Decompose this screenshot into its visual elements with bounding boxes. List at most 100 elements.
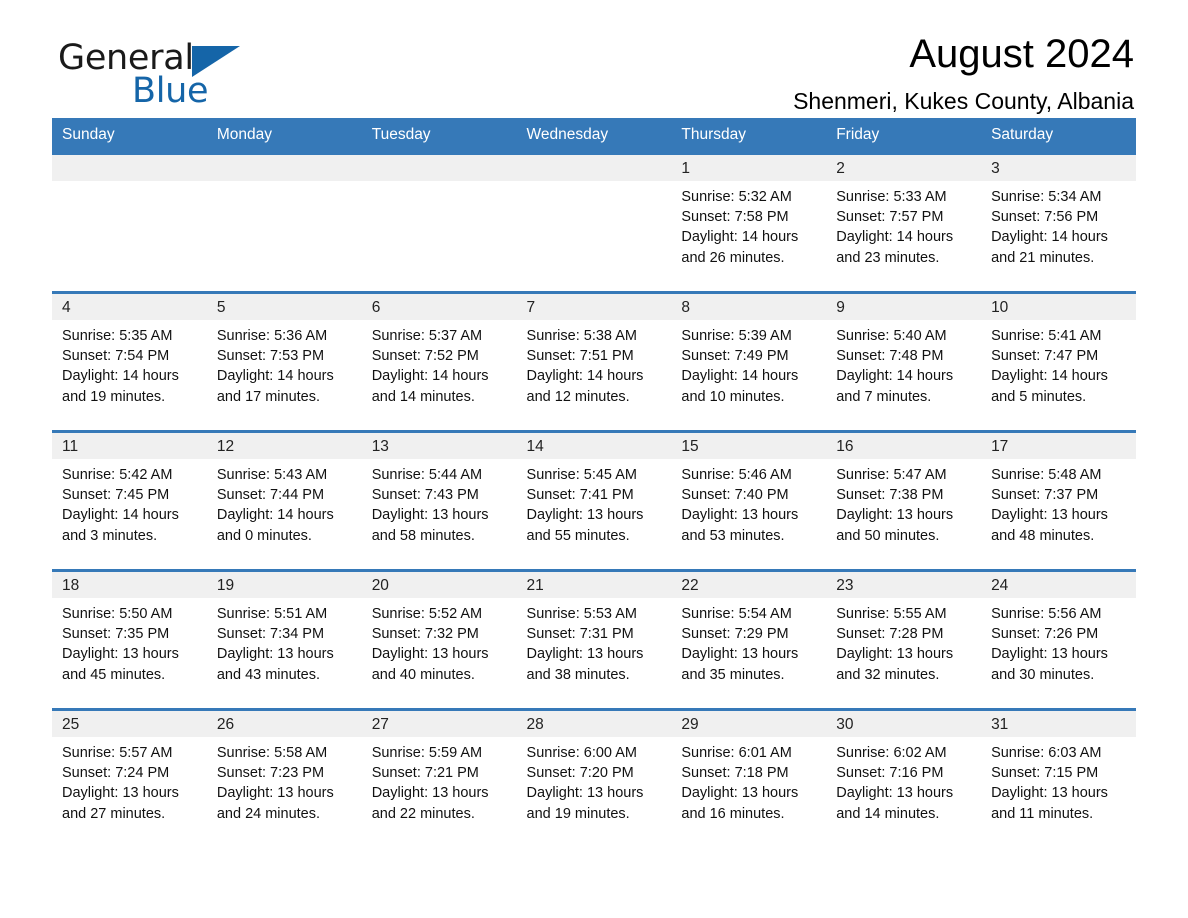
day-details: Sunrise: 5:35 AM Sunset: 7:54 PM Daylight:… [52, 320, 207, 407]
daylight-duration-line2: and 14 minutes. [371, 388, 475, 405]
day-cell[interactable]: 27 Sunrise: 5:59 AM Sunset: 7:21 PM Dayligh… [361, 711, 517, 842]
daylight-duration-line1: Daylight: 13 hours [526, 785, 644, 802]
calendar-cell: 5 Sunrise: 5:36 AM Sunset: 7:53 PM Daylight… [206, 291, 362, 425]
day-cell[interactable]: 3 Sunrise: 5:34 AM Sunset: 7:56 PM Daylight… [981, 155, 1136, 286]
day-cell[interactable]: 14 Sunrise: 5:45 AM Sunset: 7:41 PM Dayligh… [516, 433, 672, 564]
sunset-time: Sunset: 7:54 PM [62, 348, 170, 365]
day-details: Sunrise: 5:58 AM Sunset: 7:23 PM Daylight:… [207, 737, 362, 824]
calendar-week-row: 1 Sunrise: 5:32 AM Sunset: 7:58 PM Daylight… [52, 152, 1136, 286]
calendar-cell: 23 Sunrise: 5:55 AM Sunset: 7:28 PM Dayligh… [826, 569, 982, 703]
day-details: Sunrise: 5:42 AM Sunset: 7:45 PM Daylight:… [52, 459, 207, 546]
day-cell[interactable]: 20 Sunrise: 5:52 AM Sunset: 7:32 PM Dayligh… [361, 572, 517, 703]
calendar-cell: 26 Sunrise: 5:58 AM Sunset: 7:23 PM Dayligh… [206, 708, 362, 842]
sunrise-time: Sunrise: 5:42 AM [62, 467, 173, 483]
daylight-duration-line1: Daylight: 13 hours [836, 646, 954, 663]
day-number: 6 [361, 294, 517, 320]
sunrise-time: Sunrise: 5:53 AM [526, 606, 637, 622]
logo-top-row: General [58, 38, 378, 78]
daylight-duration-line2: and 23 minutes. [836, 249, 940, 266]
calendar-cell: 22 Sunrise: 5:54 AM Sunset: 7:29 PM Dayligh… [671, 569, 827, 703]
daylight-duration-line2: and 22 minutes. [371, 805, 475, 822]
day-number: 16 [826, 433, 982, 459]
sunset-time: Sunset: 7:35 PM [62, 626, 170, 643]
sunrise-time: Sunrise: 6:01 AM [681, 745, 792, 761]
day-cell[interactable]: 29 Sunrise: 6:01 AM Sunset: 7:18 PM Dayligh… [671, 711, 827, 842]
weekday-header-tuesday: Tuesday [361, 118, 517, 154]
day-number: 13 [361, 433, 517, 459]
sunrise-time: Sunrise: 5:59 AM [371, 745, 483, 761]
daylight-duration-line1: Daylight: 14 hours [681, 368, 799, 385]
calendar-cell: 11 Sunrise: 5:42 AM Sunset: 7:45 PM Dayligh… [52, 430, 207, 564]
day-details: Sunrise: 5:32 AM Sunset: 7:58 PM Daylight:… [671, 181, 826, 268]
daylight-duration-line1: Daylight: 13 hours [216, 785, 334, 802]
day-cell[interactable]: 26 Sunrise: 5:58 AM Sunset: 7:23 PM Dayligh… [206, 711, 362, 842]
daylight-duration-line2: and 5 minutes. [991, 388, 1087, 405]
daylight-duration-line2: and 24 minutes. [216, 805, 321, 822]
weekday-header-friday: Friday [826, 118, 982, 154]
daylight-duration-line2: and 30 minutes. [991, 666, 1095, 683]
daylight-duration-line1: Daylight: 13 hours [836, 785, 954, 802]
day-cell-empty [516, 155, 672, 286]
day-details: Sunrise: 5:55 AM Sunset: 7:28 PM Daylight:… [826, 598, 981, 685]
day-cell[interactable]: 22 Sunrise: 5:54 AM Sunset: 7:29 PM Dayligh… [671, 572, 827, 703]
sunrise-time: Sunrise: 5:45 AM [526, 467, 637, 483]
calendar-cell: 7 Sunrise: 5:38 AM Sunset: 7:51 PM Daylight… [516, 291, 672, 425]
sunset-time: Sunset: 7:34 PM [216, 626, 325, 643]
day-cell[interactable]: 21 Sunrise: 5:53 AM Sunset: 7:31 PM Dayligh… [516, 572, 672, 703]
day-cell[interactable]: 10 Sunrise: 5:41 AM Sunset: 7:47 PM Dayligh… [981, 294, 1136, 425]
day-cell[interactable]: 23 Sunrise: 5:55 AM Sunset: 7:28 PM Dayligh… [826, 572, 982, 703]
day-details: Sunrise: 5:36 AM Sunset: 7:53 PM Daylight:… [207, 320, 362, 407]
day-cell[interactable]: 9 Sunrise: 5:40 AM Sunset: 7:48 PM Daylight… [826, 294, 982, 425]
day-number: 18 [52, 572, 207, 598]
day-cell[interactable]: 17 Sunrise: 5:48 AM Sunset: 7:37 PM Dayligh… [981, 433, 1136, 564]
calendar-cell [361, 152, 517, 286]
day-cell[interactable]: 25 Sunrise: 5:57 AM Sunset: 7:24 PM Dayligh… [52, 711, 207, 842]
day-cell[interactable]: 13 Sunrise: 5:44 AM Sunset: 7:43 PM Dayligh… [361, 433, 517, 564]
calendar-cell [516, 152, 672, 286]
sunrise-time: Sunrise: 5:51 AM [216, 606, 328, 622]
generalblue-logo[interactable]: General Blue [58, 38, 378, 114]
day-details: Sunrise: 5:51 AM Sunset: 7:34 PM Daylight:… [207, 598, 362, 685]
day-cell[interactable]: 16 Sunrise: 5:47 AM Sunset: 7:38 PM Dayligh… [826, 433, 982, 564]
calendar-week-row: 4 Sunrise: 5:35 AM Sunset: 7:54 PM Daylight… [52, 291, 1136, 425]
daylight-duration-line1: Daylight: 13 hours [371, 785, 489, 802]
day-cell[interactable]: 5 Sunrise: 5:36 AM Sunset: 7:53 PM Daylight… [206, 294, 362, 425]
day-number: 11 [52, 433, 207, 459]
day-cell[interactable]: 7 Sunrise: 5:38 AM Sunset: 7:51 PM Daylight… [516, 294, 672, 425]
day-cell[interactable]: 19 Sunrise: 5:51 AM Sunset: 7:34 PM Dayligh… [206, 572, 362, 703]
day-cell[interactable]: 4 Sunrise: 5:35 AM Sunset: 7:54 PM Daylight… [52, 294, 207, 425]
daylight-duration-line1: Daylight: 14 hours [216, 368, 334, 385]
daylight-duration-line2: and 0 minutes. [216, 527, 312, 544]
calendar-cell: 25 Sunrise: 5:57 AM Sunset: 7:24 PM Dayligh… [52, 708, 207, 842]
daylight-duration-line1: Daylight: 13 hours [526, 646, 644, 663]
calendar-cell: 8 Sunrise: 5:39 AM Sunset: 7:49 PM Daylight… [671, 291, 827, 425]
calendar-cell: 17 Sunrise: 5:48 AM Sunset: 7:37 PM Dayligh… [981, 430, 1136, 564]
day-details: Sunrise: 6:00 AM Sunset: 7:20 PM Daylight:… [517, 737, 672, 824]
daylight-duration-line2: and 50 minutes. [836, 527, 940, 544]
day-cell-empty [206, 155, 362, 286]
daylight-duration-line2: and 43 minutes. [216, 666, 321, 683]
day-cell[interactable]: 15 Sunrise: 5:46 AM Sunset: 7:40 PM Dayligh… [671, 433, 827, 564]
day-cell[interactable]: 1 Sunrise: 5:32 AM Sunset: 7:58 PM Daylight… [671, 155, 827, 286]
day-cell[interactable]: 8 Sunrise: 5:39 AM Sunset: 7:49 PM Daylight… [671, 294, 827, 425]
day-cell[interactable]: 12 Sunrise: 5:43 AM Sunset: 7:44 PM Dayligh… [206, 433, 362, 564]
sunrise-time: Sunrise: 5:36 AM [216, 328, 328, 344]
day-number [52, 155, 207, 181]
weekday-header-monday: Monday [206, 118, 362, 154]
daylight-duration-line1: Daylight: 14 hours [991, 229, 1108, 246]
day-cell[interactable]: 24 Sunrise: 5:56 AM Sunset: 7:26 PM Dayligh… [981, 572, 1136, 703]
day-cell[interactable]: 30 Sunrise: 6:02 AM Sunset: 7:16 PM Dayligh… [826, 711, 982, 842]
day-cell[interactable]: 2 Sunrise: 5:33 AM Sunset: 7:57 PM Daylight… [826, 155, 982, 286]
calendar-cell: 27 Sunrise: 5:59 AM Sunset: 7:21 PM Dayligh… [361, 708, 517, 842]
sunset-time: Sunset: 7:28 PM [836, 626, 944, 643]
day-cell[interactable]: 31 Sunrise: 6:03 AM Sunset: 7:15 PM Dayligh… [981, 711, 1136, 842]
day-details: Sunrise: 5:39 AM Sunset: 7:49 PM Daylight:… [671, 320, 826, 407]
calendar-cell: 10 Sunrise: 5:41 AM Sunset: 7:47 PM Dayligh… [981, 291, 1136, 425]
day-number: 1 [671, 155, 827, 181]
daylight-duration-line1: Daylight: 14 hours [681, 229, 799, 246]
day-cell[interactable]: 28 Sunrise: 6:00 AM Sunset: 7:20 PM Dayligh… [516, 711, 672, 842]
daylight-duration-line1: Daylight: 14 hours [991, 368, 1108, 385]
day-cell[interactable]: 11 Sunrise: 5:42 AM Sunset: 7:45 PM Dayligh… [52, 433, 207, 564]
day-cell[interactable]: 18 Sunrise: 5:50 AM Sunset: 7:35 PM Dayligh… [52, 572, 207, 703]
day-cell[interactable]: 6 Sunrise: 5:37 AM Sunset: 7:52 PM Daylight… [361, 294, 517, 425]
